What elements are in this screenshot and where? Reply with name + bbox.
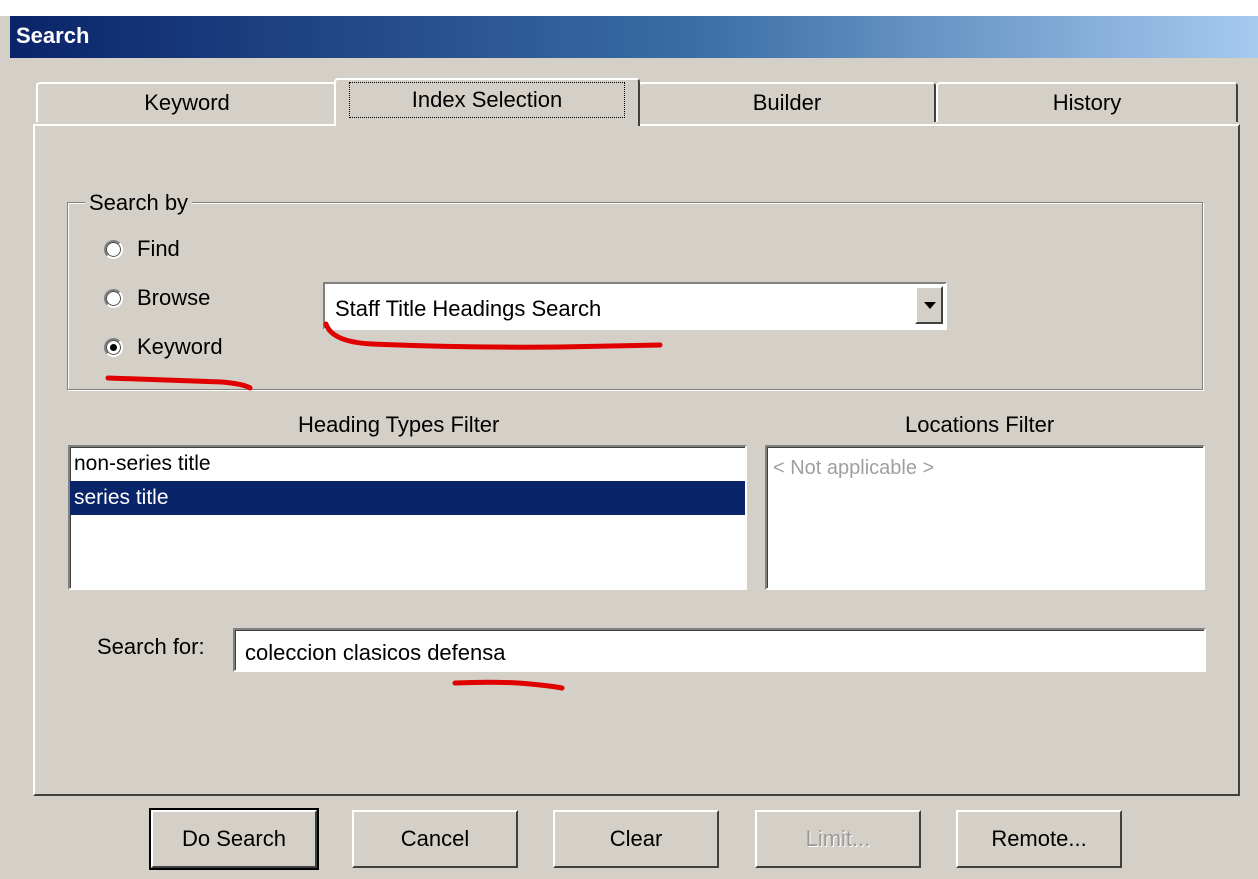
radio-find-button[interactable] <box>104 239 123 259</box>
radio-browse-label: Browse <box>137 285 211 310</box>
tab-index-selection[interactable]: Index Selection <box>334 78 640 126</box>
dropdown-arrow-button[interactable] <box>915 286 943 324</box>
heading-types-list[interactable]: non-series title series title <box>68 445 747 590</box>
tab-history-label: History <box>1052 90 1122 115</box>
search-for-label: Search for: <box>97 634 205 659</box>
limit-button[interactable]: Limit... <box>755 810 921 868</box>
index-select-value: Staff Title Headings Search <box>335 296 602 321</box>
radio-browse[interactable]: Browse <box>104 285 210 311</box>
search-by-label: Search by <box>85 190 193 216</box>
list-item-non-series-title[interactable]: non-series title <box>70 447 745 481</box>
tab-keyword-label: Keyword <box>144 90 230 115</box>
cancel-button[interactable]: Cancel <box>352 810 518 868</box>
radio-keyword-button[interactable] <box>104 337 123 357</box>
locations-placeholder: < Not applicable > <box>773 457 935 479</box>
tab-builder-label: Builder <box>752 90 822 115</box>
heading-types-filter-label: Heading Types Filter <box>298 412 500 437</box>
remote-button[interactable]: Remote... <box>956 810 1122 868</box>
chevron-down-icon <box>924 302 936 309</box>
locations-filter-label: Locations Filter <box>905 412 1055 437</box>
window-title: Search <box>16 23 90 48</box>
radio-keyword-label: Keyword <box>137 334 223 359</box>
locations-list[interactable]: < Not applicable > <box>765 445 1205 590</box>
title-bar[interactable]: Search <box>10 16 1258 58</box>
tab-builder[interactable]: Builder <box>638 82 936 122</box>
search-for-input[interactable]: coleccion clasicos defensa <box>233 628 1206 672</box>
radio-find-label: Find <box>137 236 180 261</box>
clear-button[interactable]: Clear <box>553 810 719 868</box>
index-select-dropdown[interactable]: Staff Title Headings Search <box>323 282 947 330</box>
radio-browse-button[interactable] <box>104 288 123 308</box>
list-item-series-title[interactable]: series title <box>70 481 745 515</box>
tab-keyword[interactable]: Keyword <box>36 82 338 122</box>
search-for-value: coleccion clasicos defensa <box>245 640 506 665</box>
tab-index-selection-label: Index Selection <box>348 82 626 118</box>
top-strip <box>0 0 1258 16</box>
radio-keyword[interactable]: Keyword <box>104 334 223 360</box>
radio-keyword-dot <box>110 343 117 351</box>
do-search-button[interactable]: Do Search <box>149 808 319 870</box>
tab-history[interactable]: History <box>936 82 1238 122</box>
radio-find[interactable]: Find <box>104 236 180 262</box>
